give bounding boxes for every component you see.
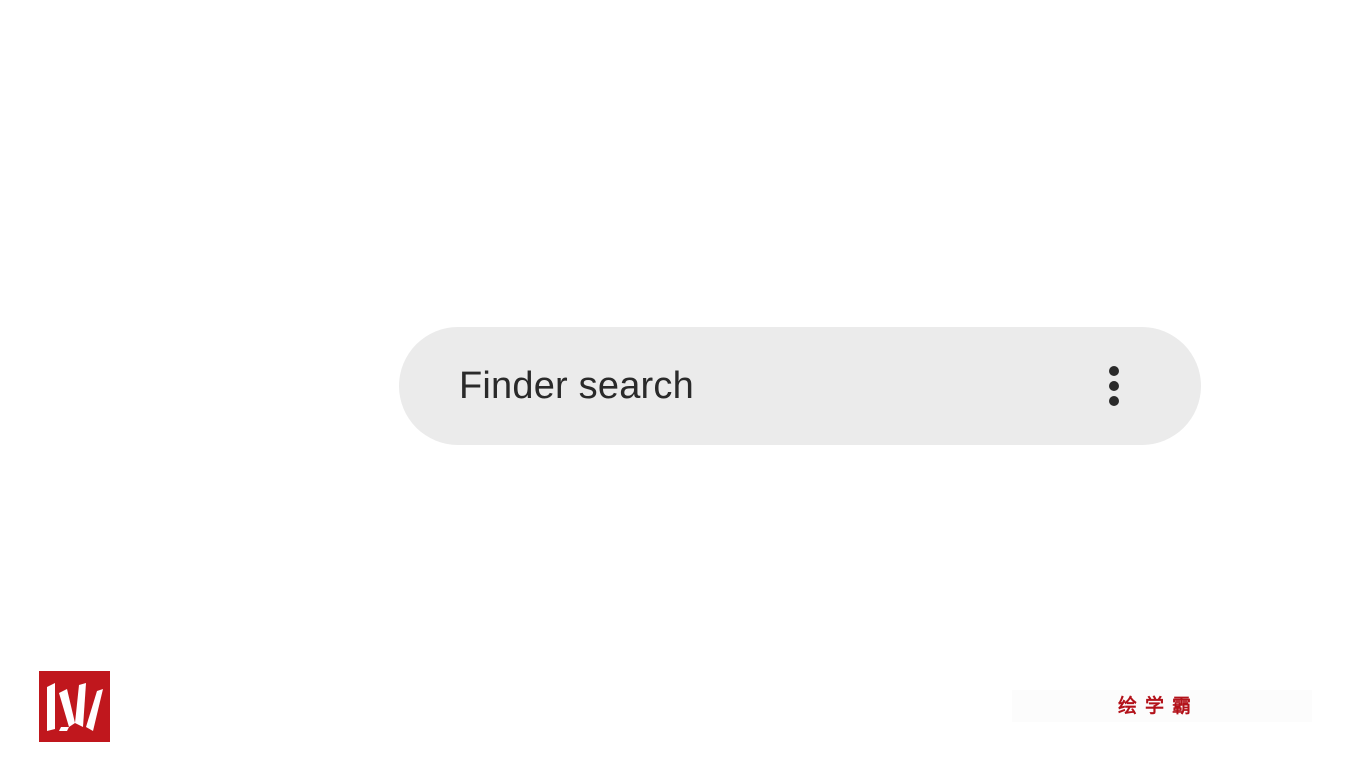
screen: Finder search 绘学霸 bbox=[0, 0, 1354, 769]
more-options-button[interactable] bbox=[1099, 356, 1129, 416]
more-vertical-icon-dot bbox=[1109, 381, 1119, 391]
more-vertical-icon bbox=[1109, 366, 1119, 376]
search-label: Finder search bbox=[459, 365, 694, 407]
w-logo-icon bbox=[39, 671, 110, 742]
more-vertical-icon-dot bbox=[1109, 396, 1119, 406]
finder-search-bar[interactable]: Finder search bbox=[399, 327, 1201, 445]
watermark-text: 绘学霸 bbox=[1118, 695, 1200, 717]
